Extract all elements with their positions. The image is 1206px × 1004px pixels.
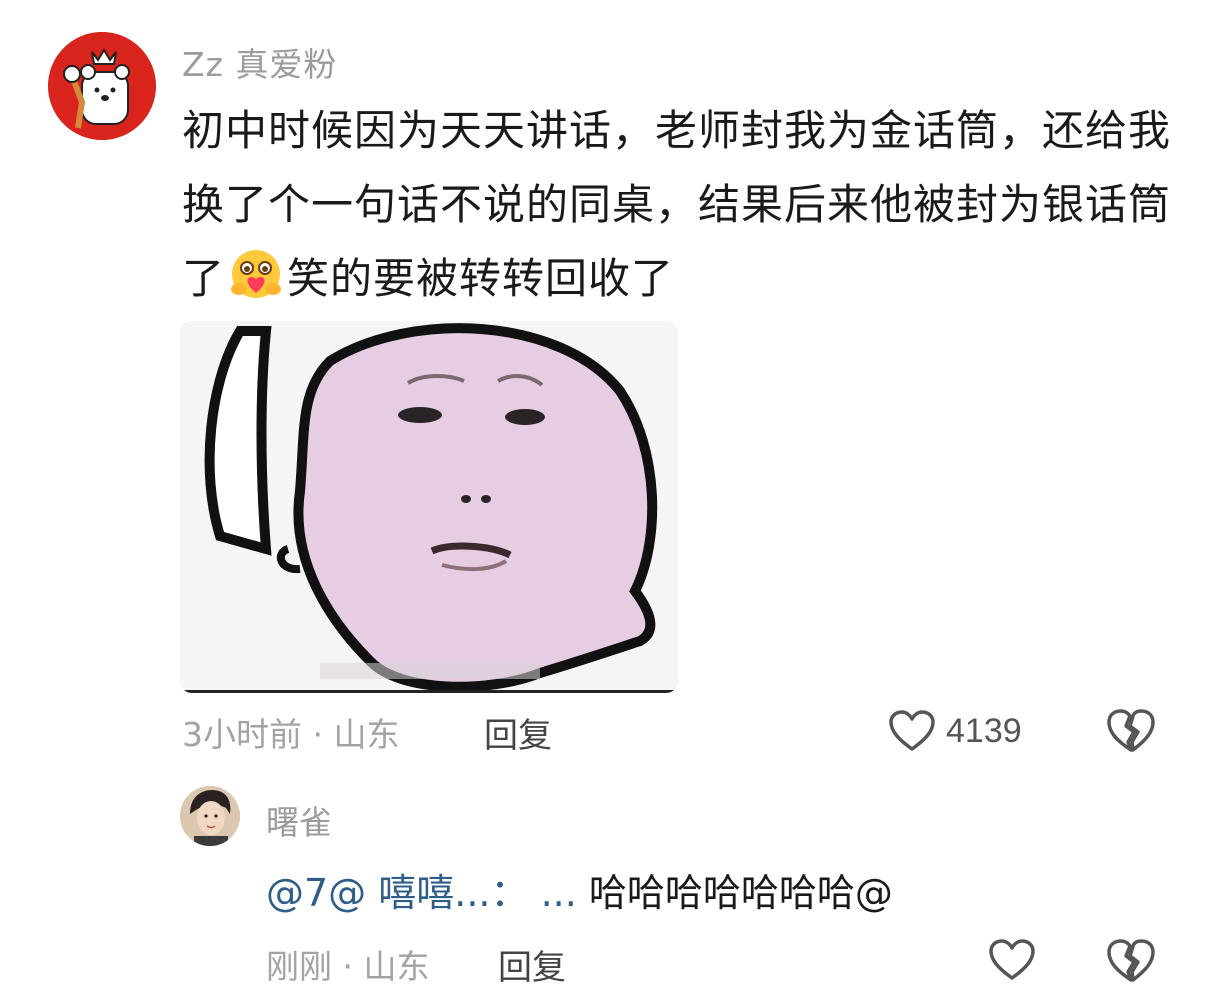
reply-like-button[interactable] <box>988 938 1036 984</box>
reply-avatar[interactable] <box>180 786 240 846</box>
reply-text: 哈哈哈哈哈哈哈@ <box>576 871 893 915</box>
comment-body: 初中时候因为天天讲话，老师封我为金话筒，还给我换了个一句话不说的同桌，结果后来他… <box>182 94 1172 316</box>
broken-heart-icon <box>1107 939 1155 982</box>
reply-dislike-button[interactable] <box>1106 938 1156 984</box>
hugging-face-emoji-icon <box>227 247 285 305</box>
reply-reply-button[interactable]: 回复 <box>498 940 566 989</box>
image-border <box>180 690 678 693</box>
reply-body: @7@ 嘻嘻...： ... 哈哈哈哈哈哈哈@ <box>266 862 893 917</box>
broken-heart-icon <box>1107 709 1155 752</box>
reply-meta: 刚刚 · 山东 <box>266 947 430 986</box>
meme-image[interactable] <box>180 321 678 693</box>
mention-link[interactable]: @7@ 嘻嘻...： ... <box>266 871 577 915</box>
heart-icon <box>889 710 935 751</box>
like-button[interactable]: 4139 <box>888 706 1022 756</box>
avatar[interactable] <box>48 32 156 140</box>
meme-face-illustration <box>180 321 678 693</box>
reply-author[interactable]: 曙雀 <box>266 796 332 844</box>
like-count: 4139 <box>946 711 1022 750</box>
person-avatar-icon <box>180 786 240 846</box>
heart-icon <box>989 939 1035 980</box>
dislike-button[interactable] <box>1106 708 1156 754</box>
bear-avatar-icon <box>48 32 156 140</box>
comment-meta: 3小时前 · 山东 <box>182 715 400 754</box>
comment-author[interactable]: Zz 真爱粉 <box>182 38 337 86</box>
reply-button[interactable]: 回复 <box>484 708 552 757</box>
comment-text-part2: 笑的要被转转回收了 <box>287 254 675 303</box>
